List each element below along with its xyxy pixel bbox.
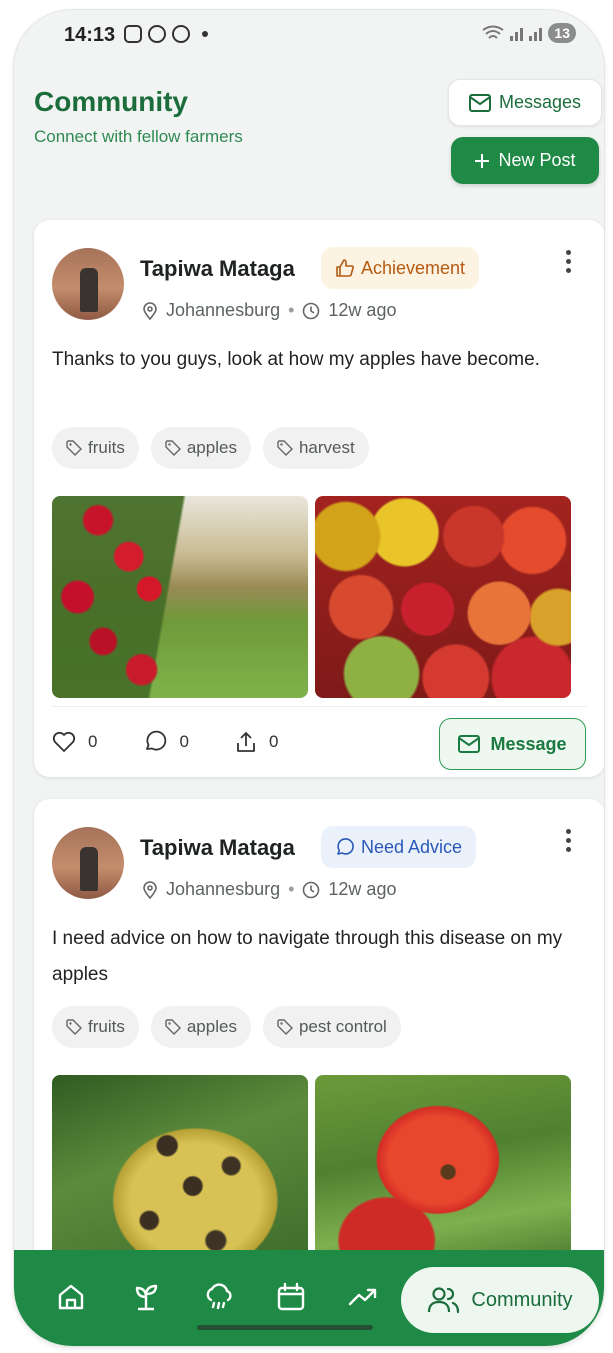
screenshot-icon (124, 25, 142, 43)
share-button[interactable]: 0 (235, 730, 278, 754)
heart-icon (52, 731, 76, 752)
new-post-button[interactable]: New Post (451, 137, 599, 184)
messages-label: Messages (498, 92, 582, 112)
status-time: 14:13 (64, 24, 116, 46)
post-time: 12w ago (328, 879, 397, 899)
post-location: Johannesburg (166, 300, 281, 320)
divider (52, 706, 587, 707)
trend-icon[interactable] (346, 1280, 380, 1314)
wifi-icon (482, 25, 504, 39)
location-pin-icon (143, 880, 157, 899)
notification-icons (124, 25, 208, 43)
tag-label: fruits (88, 438, 125, 457)
badge-label: Achievement (361, 257, 466, 278)
more-options-icon[interactable] (566, 829, 571, 852)
weather-icon[interactable] (202, 1280, 236, 1314)
tag-icon (277, 1019, 293, 1035)
post-text: I need advice on how to navigate through… (52, 928, 563, 985)
users-icon (428, 1287, 460, 1314)
post-card: Tapiwa Mataga Achievement Johannesburg •… (34, 220, 604, 777)
post-photos (52, 1075, 571, 1277)
bottom-navigation: Community (14, 1250, 604, 1346)
post-location: Johannesburg (166, 879, 281, 899)
messages-button[interactable]: Messages (448, 79, 602, 126)
post-photo-spotted-apple[interactable] (315, 1075, 571, 1277)
comment-count: 0 (179, 732, 189, 751)
nav-community-label: Community (471, 1288, 573, 1311)
tag-icon (277, 440, 293, 456)
nav-community-tab[interactable]: Community (401, 1267, 599, 1333)
meta-separator: • (288, 300, 295, 320)
post-card: Tapiwa Mataga Need Advice Johannesburg •… (34, 799, 604, 1319)
post-text: Thanks to you guys, look at how my apple… (52, 349, 540, 370)
comment-button[interactable]: 0 (143, 730, 189, 754)
like-count: 0 (88, 732, 98, 751)
tag-label: apples (186, 1017, 237, 1036)
meta-separator: • (288, 879, 295, 899)
page-title: Community (34, 86, 188, 117)
signal-icon-2 (529, 25, 543, 41)
like-button[interactable]: 0 (52, 731, 97, 753)
plus-icon (475, 153, 490, 168)
tag-chip[interactable]: harvest (262, 427, 369, 469)
more-options-icon[interactable] (566, 250, 571, 273)
achievement-badge: Achievement (321, 247, 480, 289)
tag-chip[interactable]: fruits (52, 427, 139, 469)
location-pin-icon (143, 301, 157, 320)
calendar-icon[interactable] (274, 1280, 308, 1314)
post-time: 12w ago (328, 300, 397, 320)
system-icons: 13 (482, 23, 576, 43)
signal-icon (510, 25, 524, 41)
post-actions: 0 0 0 (52, 730, 278, 754)
tag-label: pest control (298, 1017, 387, 1036)
mail-icon (468, 93, 491, 112)
post-author[interactable]: Tapiwa Mataga (140, 256, 295, 282)
clock-icon (303, 302, 320, 319)
message-author-button[interactable]: Message (439, 718, 586, 770)
tag-icon (66, 440, 82, 456)
home-indicator[interactable] (197, 1325, 373, 1330)
thumbs-up-icon (336, 259, 354, 277)
mail-icon (458, 735, 481, 753)
share-count: 0 (268, 732, 279, 751)
comment-icon (146, 730, 167, 751)
home-icon[interactable] (54, 1280, 88, 1314)
chat-icon (148, 25, 166, 43)
new-post-label: New Post (498, 150, 576, 170)
post-author[interactable]: Tapiwa Mataga (140, 835, 295, 861)
post-meta: Johannesburg • 12w ago (142, 879, 396, 900)
tag-label: harvest (298, 438, 355, 457)
post-photo-orchard[interactable] (52, 496, 308, 698)
speech-bubble-icon (337, 838, 354, 855)
post-photo-apples[interactable] (315, 496, 571, 698)
more-dot-icon (202, 31, 208, 37)
need-advice-badge: Need Advice (321, 826, 477, 868)
avatar[interactable] (52, 827, 124, 899)
tag-icon (165, 1019, 181, 1035)
tag-chip[interactable]: fruits (52, 1006, 139, 1048)
post-photos (52, 496, 571, 698)
post-tags: fruits apples pest control (52, 1006, 401, 1048)
status-bar: 14:13 13 (14, 10, 604, 60)
phone-screen: 14:13 13 Community Connect with fellow f… (14, 10, 604, 1346)
tag-label: fruits (88, 1017, 125, 1036)
share-icon (237, 732, 255, 752)
tag-chip[interactable]: apples (150, 1006, 251, 1048)
message-label: Message (490, 733, 567, 754)
badge-label: Need Advice (361, 836, 463, 857)
tag-icon (66, 1019, 82, 1035)
clock-icon (303, 881, 320, 898)
tag-label: apples (186, 438, 237, 457)
post-photo-diseased-apple[interactable] (52, 1075, 308, 1277)
tag-icon (165, 440, 181, 456)
post-meta: Johannesburg • 12w ago (142, 300, 396, 321)
post-tags: fruits apples harvest (52, 427, 369, 469)
tag-chip[interactable]: apples (150, 427, 251, 469)
battery-level: 13 (548, 23, 576, 43)
sprout-icon[interactable] (129, 1280, 163, 1314)
avatar[interactable] (52, 248, 124, 320)
tag-chip[interactable]: pest control (262, 1006, 401, 1048)
whatsapp-icon (172, 25, 190, 43)
page-subtitle: Connect with fellow farmers (34, 127, 243, 146)
